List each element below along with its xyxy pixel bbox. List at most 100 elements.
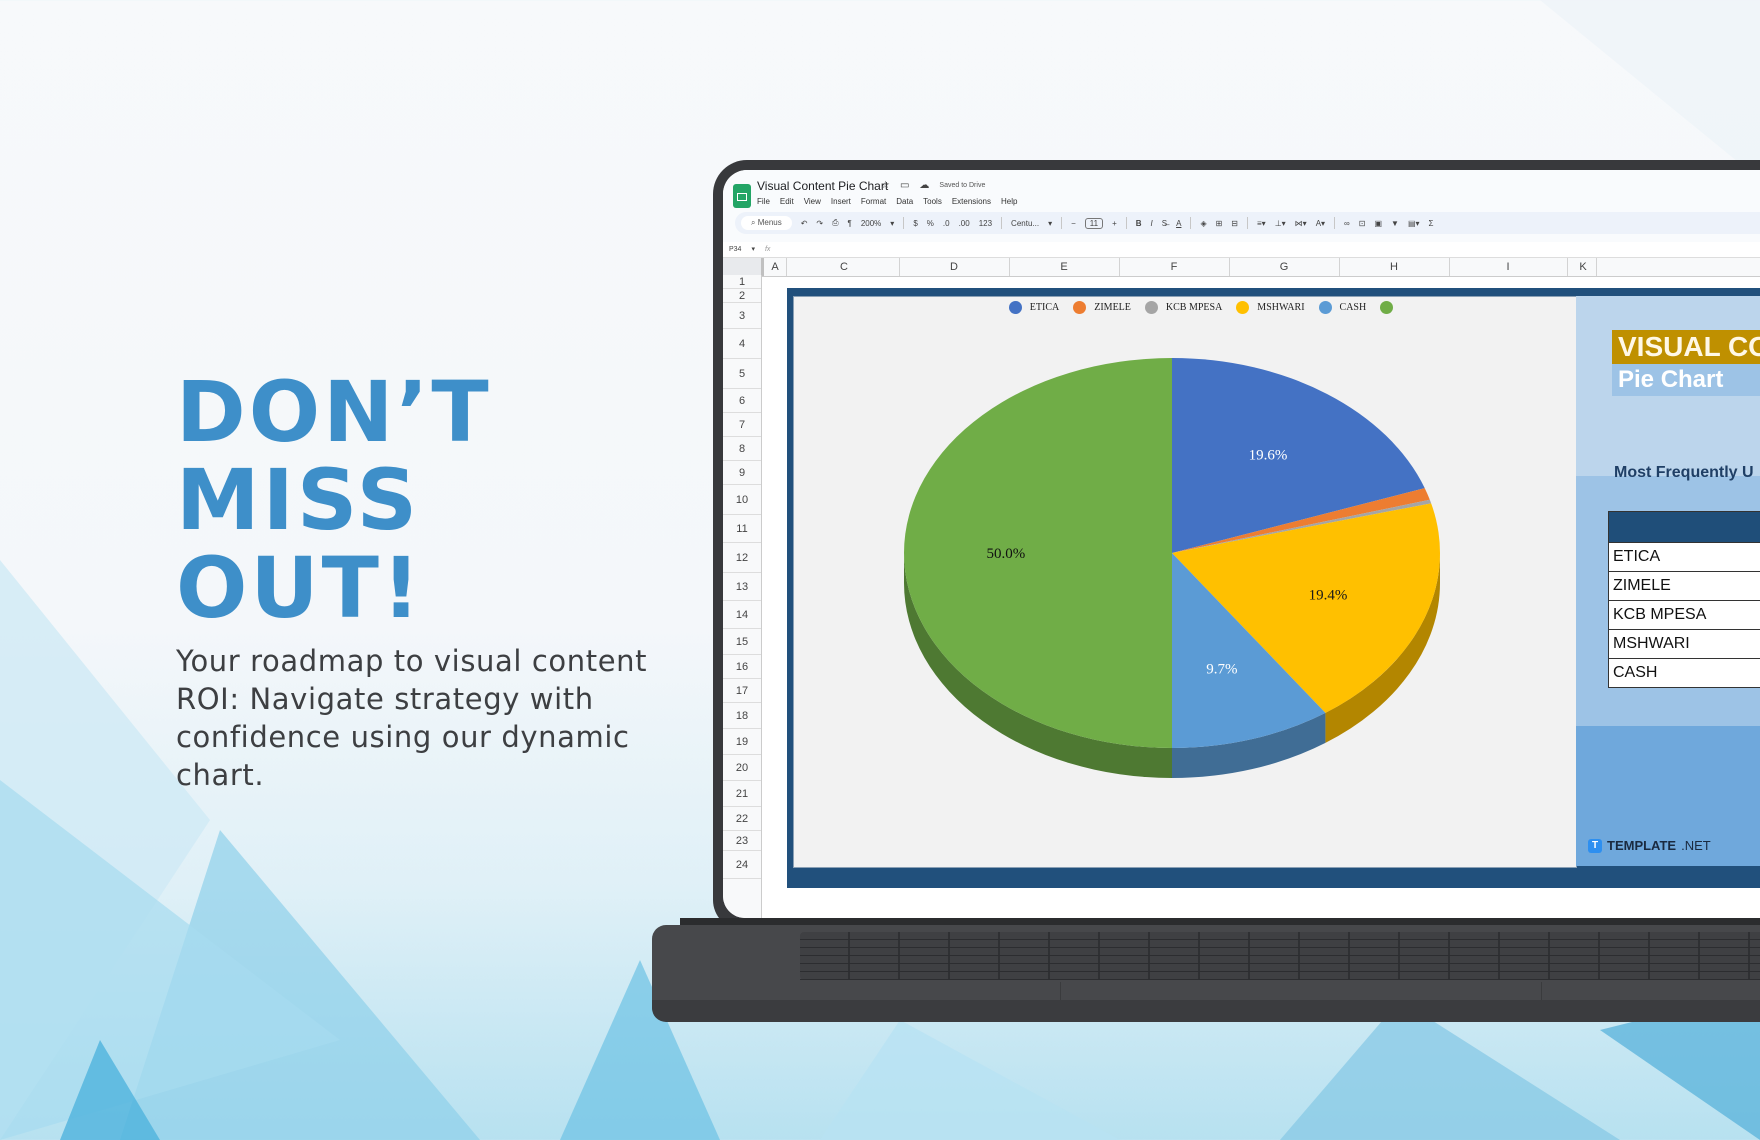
row-header[interactable]: 2 <box>723 289 761 303</box>
comment-icon[interactable]: ⊡ <box>1359 219 1366 228</box>
formula-bar: P34 ▾ fx <box>729 242 770 256</box>
column-header[interactable]: C <box>789 258 900 276</box>
align-horizontal-icon[interactable]: ≡▾ <box>1257 219 1266 228</box>
link-icon[interactable]: ∞ <box>1344 219 1350 228</box>
row-header[interactable]: 23 <box>723 831 761 851</box>
menu-file[interactable]: File <box>757 197 770 206</box>
text-color-icon[interactable]: A <box>1176 219 1181 228</box>
currency-button[interactable]: $ <box>913 219 917 228</box>
row-header[interactable]: 3 <box>723 303 761 329</box>
star-icon[interactable]: ☆ <box>881 180 890 191</box>
number-format-button[interactable]: 123 <box>979 219 992 228</box>
row-header[interactable]: 11 <box>723 515 761 543</box>
chevron-down-icon[interactable]: ▾ <box>751 245 755 253</box>
row-header[interactable]: 8 <box>723 437 761 461</box>
fill-color-icon[interactable]: ◈ <box>1200 219 1206 228</box>
column-header[interactable]: F <box>1119 258 1230 276</box>
row-header[interactable]: 13 <box>723 573 761 601</box>
row-header[interactable]: 16 <box>723 655 761 679</box>
row-header[interactable]: 22 <box>723 807 761 831</box>
menu-insert[interactable]: Insert <box>831 197 851 206</box>
column-header[interactable]: K <box>1570 258 1597 276</box>
bold-button[interactable]: B <box>1136 219 1142 228</box>
row-header[interactable]: 4 <box>723 329 761 359</box>
chevron-down-icon[interactable]: ▾ <box>1048 219 1052 228</box>
row-header[interactable]: 19 <box>723 729 761 755</box>
functions-button[interactable]: Σ <box>1429 219 1434 228</box>
zoom-select[interactable]: 200% <box>861 219 881 228</box>
hero-title-line2: MISS OUT! <box>176 451 424 637</box>
menu-help[interactable]: Help <box>1001 197 1017 206</box>
menu-tools[interactable]: Tools <box>923 197 942 206</box>
filter-views-icon[interactable]: ▤▾ <box>1408 219 1420 228</box>
minus-icon[interactable]: − <box>1071 219 1076 228</box>
chart-icon[interactable]: ▣ <box>1374 219 1382 228</box>
row-header[interactable]: 9 <box>723 461 761 485</box>
print-icon[interactable]: ⎙ <box>832 218 838 228</box>
folder-icon[interactable]: ▭ <box>900 180 909 191</box>
table-row[interactable]: CASH <box>1609 658 1760 687</box>
row-header[interactable]: 5 <box>723 359 761 389</box>
decrease-decimal-button[interactable]: .0 <box>943 219 950 228</box>
align-vertical-icon[interactable]: ⊥▾ <box>1275 219 1286 228</box>
row-header[interactable]: 20 <box>723 755 761 781</box>
row-header[interactable]: 6 <box>723 389 761 413</box>
pie-slice-unlabeled[interactable] <box>904 358 1172 748</box>
name-box[interactable]: P34 <box>729 246 741 253</box>
undo-icon[interactable]: ↶ <box>801 219 808 228</box>
column-header[interactable]: L <box>1596 258 1760 276</box>
column-header[interactable]: E <box>1009 258 1120 276</box>
table-row[interactable]: MSHWARI <box>1609 629 1760 658</box>
chevron-down-icon[interactable]: ▾ <box>890 219 894 228</box>
row-header[interactable]: 18 <box>723 703 761 729</box>
text-rotate-icon[interactable]: A▾ <box>1316 219 1325 228</box>
menu-view[interactable]: View <box>804 197 821 206</box>
search-icon: ⌕ <box>751 218 758 227</box>
borders-icon[interactable]: ⊞ <box>1216 219 1223 228</box>
pie-data-label: 9.7% <box>1206 661 1237 677</box>
text-wrap-icon[interactable]: ⋈▾ <box>1295 219 1307 228</box>
font-select[interactable]: Centu... <box>1011 219 1039 228</box>
paint-format-icon[interactable]: ¶ <box>848 219 852 228</box>
column-header[interactable]: G <box>1229 258 1340 276</box>
redo-icon[interactable]: ↷ <box>816 219 823 228</box>
plus-icon[interactable]: + <box>1112 219 1117 228</box>
row-header[interactable]: 14 <box>723 601 761 629</box>
strikethrough-icon[interactable]: S̶ <box>1162 219 1167 228</box>
filter-icon[interactable]: ▼ <box>1391 219 1399 228</box>
menu-extensions[interactable]: Extensions <box>952 197 991 206</box>
table-row[interactable]: ZIMELE <box>1609 571 1760 600</box>
menu-edit[interactable]: Edit <box>780 197 794 206</box>
row-header[interactable]: 12 <box>723 543 761 573</box>
menu-data[interactable]: Data <box>896 197 913 206</box>
increase-decimal-button[interactable]: .00 <box>959 219 970 228</box>
toolbar-divider <box>1247 217 1248 229</box>
table-row[interactable]: ETICA <box>1609 542 1760 571</box>
document-title[interactable]: Visual Content Pie Chart <box>757 179 888 193</box>
sheets-logo-icon[interactable] <box>733 184 751 208</box>
laptop-screen: Visual Content Pie Chart ☆ ▭ ☁ Saved to … <box>723 170 1760 918</box>
cloud-icon[interactable]: ☁ <box>919 180 929 191</box>
column-header[interactable]: A <box>764 258 787 276</box>
merge-cells-icon[interactable]: ⊟ <box>1231 219 1238 228</box>
row-header[interactable]: 17 <box>723 679 761 703</box>
column-header[interactable]: D <box>899 258 1010 276</box>
toolbar-divider <box>1125 217 1127 229</box>
italic-button[interactable]: I <box>1151 219 1153 228</box>
menus-search[interactable]: ⌕ Menus <box>741 216 792 230</box>
font-size-input[interactable]: 11 <box>1084 217 1104 229</box>
row-header[interactable]: 10 <box>723 485 761 515</box>
pie-chart[interactable]: ETICA ZIMELE KCB MPESA MSHWARI CASH 19.6% 19.… <box>793 296 1577 868</box>
row-header[interactable]: 21 <box>723 781 761 807</box>
column-header[interactable]: H <box>1339 258 1450 276</box>
table-row[interactable]: KCB MPESA <box>1609 600 1760 629</box>
column-header[interactable]: I <box>1449 258 1568 276</box>
row-header[interactable]: 7 <box>723 413 761 437</box>
row-header[interactable]: 1 <box>723 275 761 289</box>
hero-subtitle: Your roadmap to visual content ROI: Navi… <box>176 644 648 792</box>
row-header[interactable]: 15 <box>723 629 761 655</box>
percent-button[interactable]: % <box>927 219 934 228</box>
row-header[interactable]: 24 <box>723 851 761 879</box>
menu-format[interactable]: Format <box>861 197 886 206</box>
select-all-corner[interactable] <box>723 258 764 276</box>
